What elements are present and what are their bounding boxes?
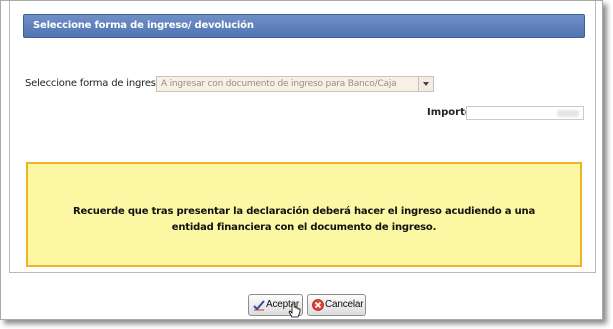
forma-ingreso-label: Seleccione forma de ingreso:: [25, 78, 165, 89]
dialog-window: Seleccione forma de ingreso/ devolución …: [0, 0, 603, 320]
importe-label: Importe: [427, 107, 472, 118]
forma-ingreso-select[interactable]: A ingresar con documento de ingreso para…: [156, 76, 434, 92]
importe-input[interactable]: [466, 106, 584, 120]
forma-ingreso-selected-value: A ingresar con documento de ingreso para…: [161, 79, 397, 89]
hand-cursor-icon: [288, 303, 301, 318]
panel-title: Seleccione forma de ingreso/ devolución: [33, 20, 254, 31]
importe-value-redacted: [557, 110, 579, 117]
cancelar-label: Cancelar: [325, 299, 364, 310]
notice-text: Recuerde que tras presentar la declaraci…: [72, 206, 536, 233]
chevron-down-icon[interactable]: [418, 77, 433, 91]
checkmark-icon: [253, 300, 265, 311]
cancelar-button[interactable]: Cancelar: [307, 294, 366, 316]
panel-header: Seleccione forma de ingreso/ devolución: [23, 14, 585, 38]
cancel-icon: [312, 299, 324, 311]
notice-box: Recuerde que tras presentar la declaraci…: [26, 162, 582, 267]
